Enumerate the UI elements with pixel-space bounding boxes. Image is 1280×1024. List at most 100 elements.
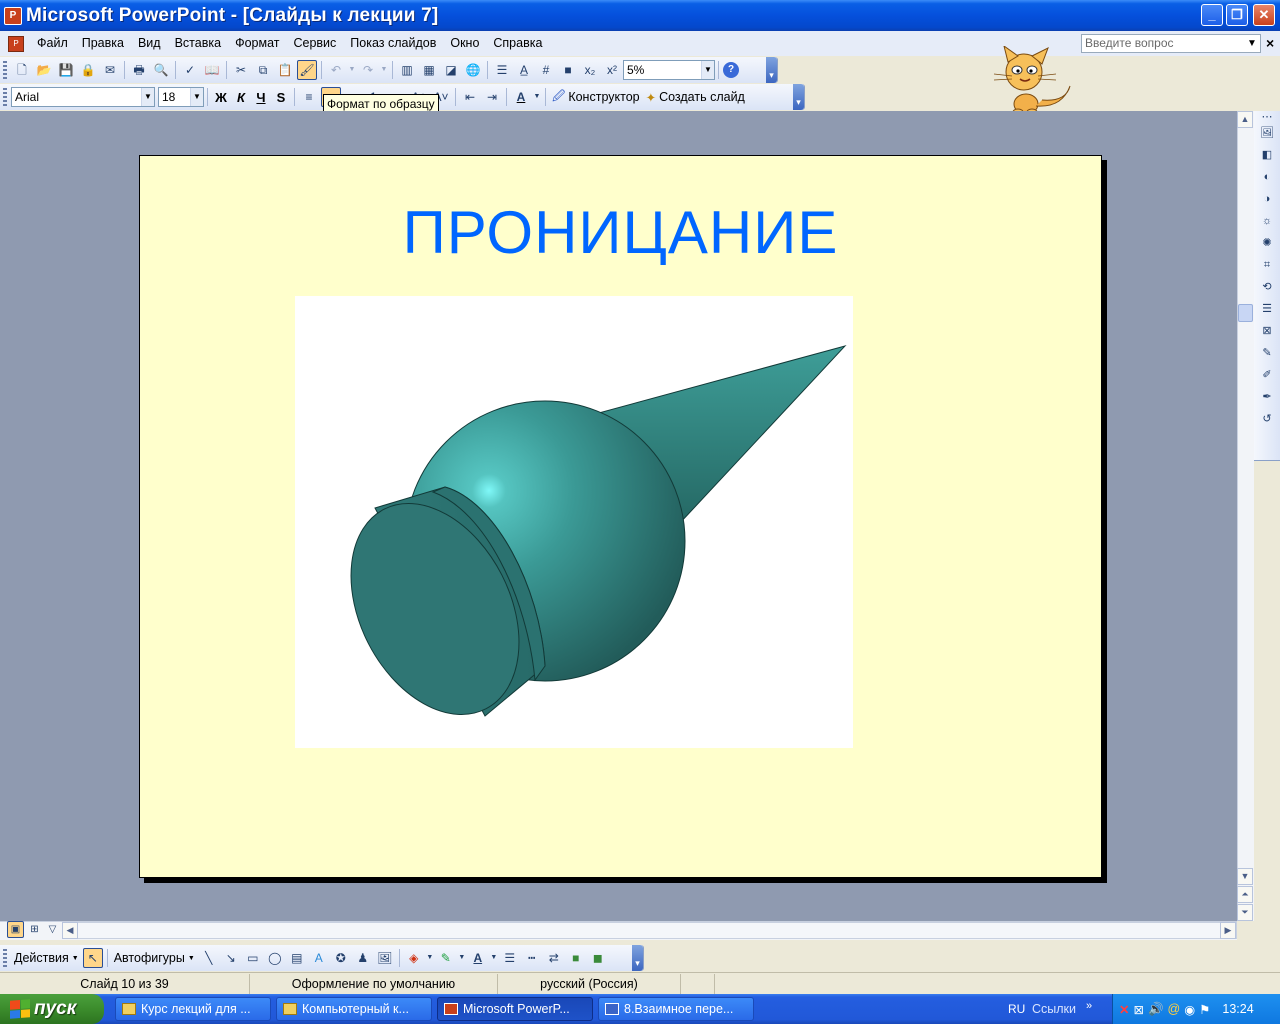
oval-icon[interactable]: ◯ <box>265 948 285 968</box>
shadow-button[interactable]: S <box>271 90 291 105</box>
permission-icon[interactable]: 🔒 <box>78 60 98 80</box>
select-objects-icon[interactable]: ↖ <box>82 948 103 968</box>
tray-antivirus-icon[interactable]: ✕ <box>1119 1002 1129 1017</box>
taskbar-item-active[interactable]: Microsoft PowerP... <box>437 997 593 1021</box>
align-left-icon[interactable]: ≡ <box>299 87 319 107</box>
slideshow-view-icon[interactable]: ▽ <box>44 921 61 938</box>
new-icon[interactable]: 🗋 <box>12 60 32 80</box>
line-style-icon[interactable]: ☰ <box>1257 299 1277 319</box>
tables-borders-icon[interactable]: ◪ <box>441 60 461 80</box>
links-chevron-icon[interactable]: » <box>1086 994 1092 1024</box>
line-style-icon[interactable]: ☰ <box>500 948 520 968</box>
tray-volume-icon[interactable]: 🔊 <box>1148 1002 1164 1017</box>
clip-art-icon[interactable]: ♟ <box>353 948 373 968</box>
underline-button[interactable]: Ч <box>251 90 271 105</box>
increase-indent-icon[interactable]: ⇥ <box>482 87 502 107</box>
new-slide-button[interactable]: ✦ Создать слайд <box>643 90 748 105</box>
print-icon[interactable]: 🖶 <box>129 60 149 80</box>
open-icon[interactable]: 📂 <box>34 60 54 80</box>
spelling-icon[interactable]: ✓ <box>180 60 200 80</box>
font-name-combo[interactable]: Arial ▼ <box>11 87 155 107</box>
next-slide-button[interactable]: ⏷ <box>1237 904 1253 921</box>
vertical-scrollbar[interactable] <box>1237 111 1254 921</box>
shadow-style-icon[interactable]: ■ <box>566 948 586 968</box>
dash-style-icon[interactable]: ┅ <box>522 948 542 968</box>
tray-network-icon[interactable]: ⊠ <box>1133 1002 1143 1017</box>
toolbar-options-chevron[interactable]: ▾ <box>766 57 777 83</box>
undo-dropdown-icon[interactable]: ▼ <box>348 60 356 80</box>
taskbar-item[interactable]: Компьютерный к... <box>276 997 432 1021</box>
research-icon[interactable]: 📖 <box>202 60 222 80</box>
color-icon[interactable]: ◧ <box>1257 145 1277 165</box>
format-painter-icon[interactable]: 🖌 <box>297 60 317 80</box>
menu-insert[interactable]: Вставка <box>168 31 228 56</box>
autoshapes-menu[interactable]: Автофигуры ▼ <box>111 951 198 965</box>
language-indicator[interactable]: RU <box>1008 994 1025 1024</box>
chart-icon[interactable]: ▥ <box>397 60 417 80</box>
powerpoint-app-icon[interactable]: P <box>4 6 22 25</box>
tray-update-icon[interactable]: ◉ <box>1184 1002 1195 1017</box>
close-button[interactable]: ✕ <box>1253 4 1275 26</box>
insert-picture-icon[interactable]: 🖼 <box>1257 123 1277 143</box>
bold-button[interactable]: Ж <box>211 90 231 105</box>
cut-icon[interactable]: ✂ <box>231 60 251 80</box>
insert-picture-icon[interactable]: 🖼 <box>375 948 395 968</box>
menu-view[interactable]: Вид <box>131 31 168 56</box>
font-size-dropdown-icon[interactable]: ▼ <box>190 88 203 106</box>
start-button[interactable]: пуск <box>0 994 104 1024</box>
scroll-left-button[interactable]: ◀ <box>62 922 78 939</box>
taskbar-item[interactable]: 8.Взаимное пере... <box>598 997 754 1021</box>
zoom-dropdown-icon[interactable]: ▼ <box>701 61 714 79</box>
less-brightness-icon[interactable]: ✺ <box>1257 233 1277 253</box>
toolbar-grip[interactable] <box>3 61 7 79</box>
undo-icon[interactable]: ↶ <box>326 60 346 80</box>
document-close-icon[interactable]: × <box>1266 34 1274 53</box>
diagram-icon[interactable]: ✪ <box>331 948 351 968</box>
slide-picture[interactable] <box>295 296 853 748</box>
help-icon[interactable]: ? <box>723 62 739 78</box>
office-assistant-cat[interactable] <box>990 46 1074 116</box>
color-grayscale-icon[interactable]: ■ <box>558 60 578 80</box>
redo-dropdown-icon[interactable]: ▼ <box>380 60 388 80</box>
menu-format[interactable]: Формат <box>228 31 286 56</box>
font-color-dropdown-icon[interactable]: ▼ <box>490 948 498 968</box>
menu-edit[interactable]: Правка <box>75 31 131 56</box>
redo-icon[interactable]: ↷ <box>358 60 378 80</box>
font-color-icon[interactable]: A <box>511 87 531 107</box>
paste-icon[interactable]: 📋 <box>275 60 295 80</box>
rotate-left-icon[interactable]: ⟲ <box>1257 277 1277 297</box>
menu-slideshow[interactable]: Показ слайдов <box>343 31 443 56</box>
arrow-icon[interactable]: ↘ <box>221 948 241 968</box>
subscript-icon[interactable]: x₂ <box>580 60 600 80</box>
set-transparent-icon[interactable]: ✒ <box>1257 387 1277 407</box>
format-picture-icon[interactable]: ✐ <box>1257 365 1277 385</box>
toolbar-grip[interactable]: ⋯ <box>1257 112 1277 123</box>
scroll-right-button[interactable]: ▶ <box>1220 922 1236 939</box>
line-icon[interactable]: ╲ <box>199 948 219 968</box>
toolbar-grip[interactable] <box>3 949 7 967</box>
wordart-icon[interactable]: A <box>309 948 329 968</box>
expand-all-icon[interactable]: ☰ <box>492 60 512 80</box>
toolbar-options-chevron[interactable]: ▾ <box>632 945 643 971</box>
scroll-down-button[interactable]: ▼ <box>1237 868 1253 885</box>
fill-color-dropdown-icon[interactable]: ▼ <box>426 948 434 968</box>
italic-button[interactable]: К <box>231 90 251 105</box>
toolbar-options-chevron[interactable]: ▾ <box>793 84 804 110</box>
menu-window[interactable]: Окно <box>443 31 486 56</box>
crop-icon[interactable]: ⌗ <box>1257 255 1277 275</box>
tray-messenger-icon[interactable]: @ <box>1168 1002 1181 1016</box>
font-size-combo[interactable]: 18 ▼ <box>158 87 204 107</box>
menu-tools[interactable]: Сервис <box>286 31 343 56</box>
save-icon[interactable]: 💾 <box>56 60 76 80</box>
menu-file[interactable]: Файл <box>30 31 75 56</box>
arrow-style-icon[interactable]: ⇄ <box>544 948 564 968</box>
restore-button[interactable]: ❐ <box>1226 4 1248 26</box>
slide-sorter-view-icon[interactable]: ⊞ <box>26 921 43 938</box>
3d-style-icon[interactable]: ◼ <box>588 948 608 968</box>
horizontal-scrollbar[interactable] <box>62 922 1237 939</box>
rectangle-icon[interactable]: ▭ <box>243 948 263 968</box>
zoom-combo[interactable]: 5% ▼ <box>623 60 715 80</box>
designer-button[interactable]: 🖉 Конструктор <box>549 87 643 108</box>
more-contrast-icon[interactable]: ◐ <box>1257 167 1277 187</box>
text-box-icon[interactable]: ▤ <box>287 948 307 968</box>
